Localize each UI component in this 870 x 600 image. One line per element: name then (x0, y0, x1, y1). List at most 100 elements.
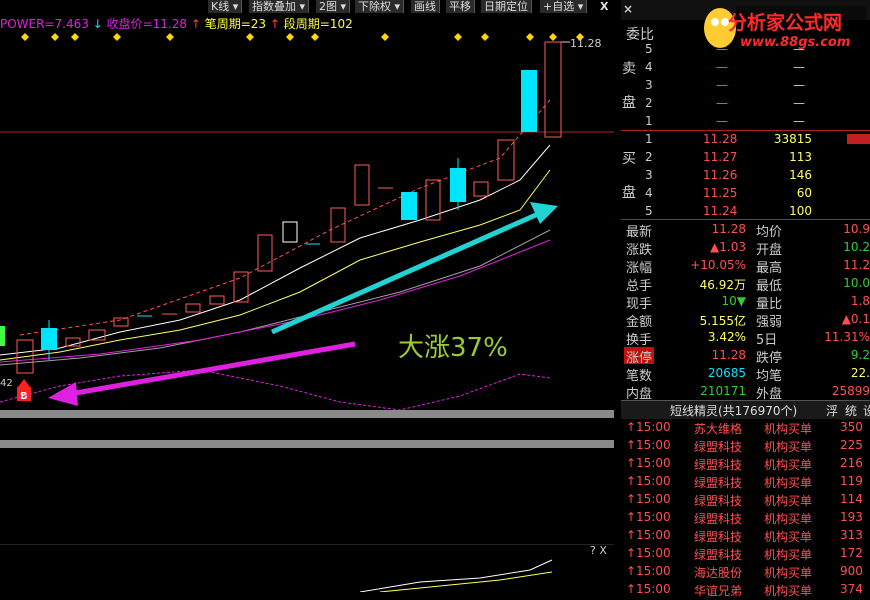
stat-value-2: 9.2 (850, 348, 870, 362)
tape-row[interactable]: ↑ 15:00 绿盟科技 机构买单 172 (626, 546, 870, 564)
tape-row[interactable]: ↑ 15:00 海达股份 机构买单 900 (626, 564, 870, 582)
tape-stock[interactable]: 绿盟科技 (694, 510, 742, 527)
tape-row[interactable]: ↑ 15:00 绿盟科技 机构买单 114 (626, 492, 870, 510)
pan-button[interactable]: 平移 (446, 0, 475, 13)
sell-label-1: 卖 (622, 61, 636, 77)
tape-header[interactable]: 短线精灵(共176970个) (670, 402, 797, 419)
panel-divider[interactable] (0, 410, 614, 418)
ask-price[interactable]: — (716, 78, 728, 92)
up-arrow-icon: ↑ (626, 456, 637, 470)
webi-label: 委比 (626, 27, 654, 43)
bid-price[interactable]: 11.26 (703, 168, 737, 182)
date-locate-button[interactable]: 日期定位 (481, 0, 532, 13)
ask-volume: — (793, 114, 805, 128)
tab-stats[interactable]: 统 (845, 402, 857, 419)
stat-value: ▲1.03 (710, 240, 746, 254)
stat-label-2: 最低 (756, 279, 783, 294)
tape-row[interactable]: ↑ 15:00 绿盟科技 机构买单 216 (626, 456, 870, 474)
ask-volume: — (793, 60, 805, 74)
stat-value: 5.155亿 (699, 314, 746, 328)
tape-time: 15:00 (636, 546, 671, 560)
close-chart-button[interactable]: X (597, 0, 612, 13)
tape-row[interactable]: ↑ 15:00 绿盟科技 机构买单 193 (626, 510, 870, 528)
stat-label-2: 量比 (756, 297, 783, 312)
tape-stock[interactable]: 绿盟科技 (694, 546, 742, 563)
buy-label-2: 盘 (622, 185, 636, 201)
stat-label: 最新 (626, 225, 653, 240)
bid-price[interactable]: 11.25 (703, 186, 737, 200)
tape-row[interactable]: ↑ 15:00 苏大维格 机构买单 350 (626, 420, 870, 438)
up-arrow-icon: ↑ (626, 510, 637, 524)
up-arrow-icon: ↑ (626, 474, 637, 488)
up-arrow-icon: ↑ (190, 17, 201, 31)
panel-help[interactable]: ? X (590, 544, 607, 557)
kline-button[interactable]: K线 ▾ (208, 0, 243, 13)
volume-panel[interactable] (0, 544, 614, 592)
stat-label: 笔数 (626, 369, 653, 384)
stat-label-2: 均笔 (756, 369, 783, 384)
stat-value-2: 22. (850, 366, 870, 380)
ask-price[interactable]: — (716, 42, 728, 56)
stat-label-2: 跌停 (756, 351, 783, 366)
power-value: POWER=7.463 (0, 17, 89, 31)
tape-row[interactable]: ↑ 15:00 绿盟科技 机构买单 119 (626, 474, 870, 492)
tape-stock[interactable]: 绿盟科技 (694, 456, 742, 473)
up-arrow-icon: ↑ (626, 492, 637, 506)
two-chart-button[interactable]: 2图 ▾ (316, 0, 351, 13)
draw-line-button[interactable]: 画线 (411, 0, 440, 13)
ask-volume: — (793, 78, 805, 92)
tape-row[interactable]: ↑ 15:00 华谊兄弟 机构买单 374 (626, 582, 870, 600)
tape-stock[interactable]: 绿盟科技 (694, 474, 742, 491)
bid-price[interactable]: 11.27 (703, 150, 737, 164)
tape-stock[interactable]: 苏大维格 (694, 420, 742, 437)
chart-toolbar: K线 ▾ 指数叠加 ▾ 2图 ▾ 下除权 ▾ 画线 平移 日期定位 +自选 ▾ … (0, 0, 620, 14)
bid-level: 5 (645, 204, 653, 218)
stat-label-2: 均价 (756, 225, 783, 240)
price-label: 11.28 (570, 37, 602, 50)
kline-chart[interactable]: 11.28 大涨37% B 42 (0, 30, 614, 410)
tape-action: 机构买单 (764, 584, 813, 598)
ask-price[interactable]: — (716, 60, 728, 74)
tape-count: 313 (840, 528, 863, 542)
panel-divider[interactable] (0, 440, 614, 448)
tape-stock[interactable]: 华谊兄弟 (694, 582, 742, 599)
tape-count: 114 (840, 492, 863, 506)
bid-volume: 146 (789, 168, 812, 182)
tape-count: 193 (840, 510, 863, 524)
ask-level: 5 (645, 42, 653, 56)
bid-price[interactable]: 11.28 (703, 132, 737, 146)
tape-action: 机构买单 (764, 530, 813, 544)
tape-count: 172 (840, 546, 863, 560)
stat-label: 涨幅 (626, 261, 653, 276)
tape-action: 机构买单 (764, 512, 813, 526)
volume-bar (847, 134, 870, 144)
ex-rights-button[interactable]: 下除权 ▾ (355, 0, 405, 13)
index-overlay-button[interactable]: 指数叠加 ▾ (249, 0, 310, 13)
ask-level: 4 (645, 60, 653, 74)
tape-row[interactable]: ↑ 15:00 绿盟科技 机构买单 225 (626, 438, 870, 456)
tape-time: 15:00 (636, 438, 671, 452)
stat-label-2: 开盘 (756, 243, 783, 258)
ask-price[interactable]: — (716, 96, 728, 110)
bi-period-value: 笔周期=23 (204, 17, 267, 31)
panel-close[interactable]: × (623, 2, 633, 16)
buy-label-1: 买 (622, 151, 636, 167)
ask-volume: — (793, 42, 805, 56)
tab-float[interactable]: 浮 (826, 402, 838, 419)
tape-action: 机构买单 (764, 440, 813, 454)
tape-stock[interactable]: 海达股份 (694, 564, 742, 581)
tape-stock[interactable]: 绿盟科技 (694, 492, 742, 509)
tape-stock[interactable]: 绿盟科技 (694, 528, 742, 545)
up-arrow-icon: ↑ (626, 546, 637, 560)
signal-markers (21, 33, 584, 41)
watchlist-button[interactable]: +自选 ▾ (540, 0, 588, 13)
tape-count: 374 (840, 582, 863, 596)
ask-price[interactable]: — (716, 114, 728, 128)
bid-level: 1 (645, 132, 653, 146)
tape-row[interactable]: ↑ 15:00 绿盟科技 机构买单 313 (626, 528, 870, 546)
tab-settings[interactable]: 设 (863, 402, 870, 419)
tape-time: 15:00 (636, 510, 671, 524)
tape-time: 15:00 (636, 420, 671, 434)
bid-price[interactable]: 11.24 (703, 204, 737, 218)
tape-stock[interactable]: 绿盟科技 (694, 438, 742, 455)
